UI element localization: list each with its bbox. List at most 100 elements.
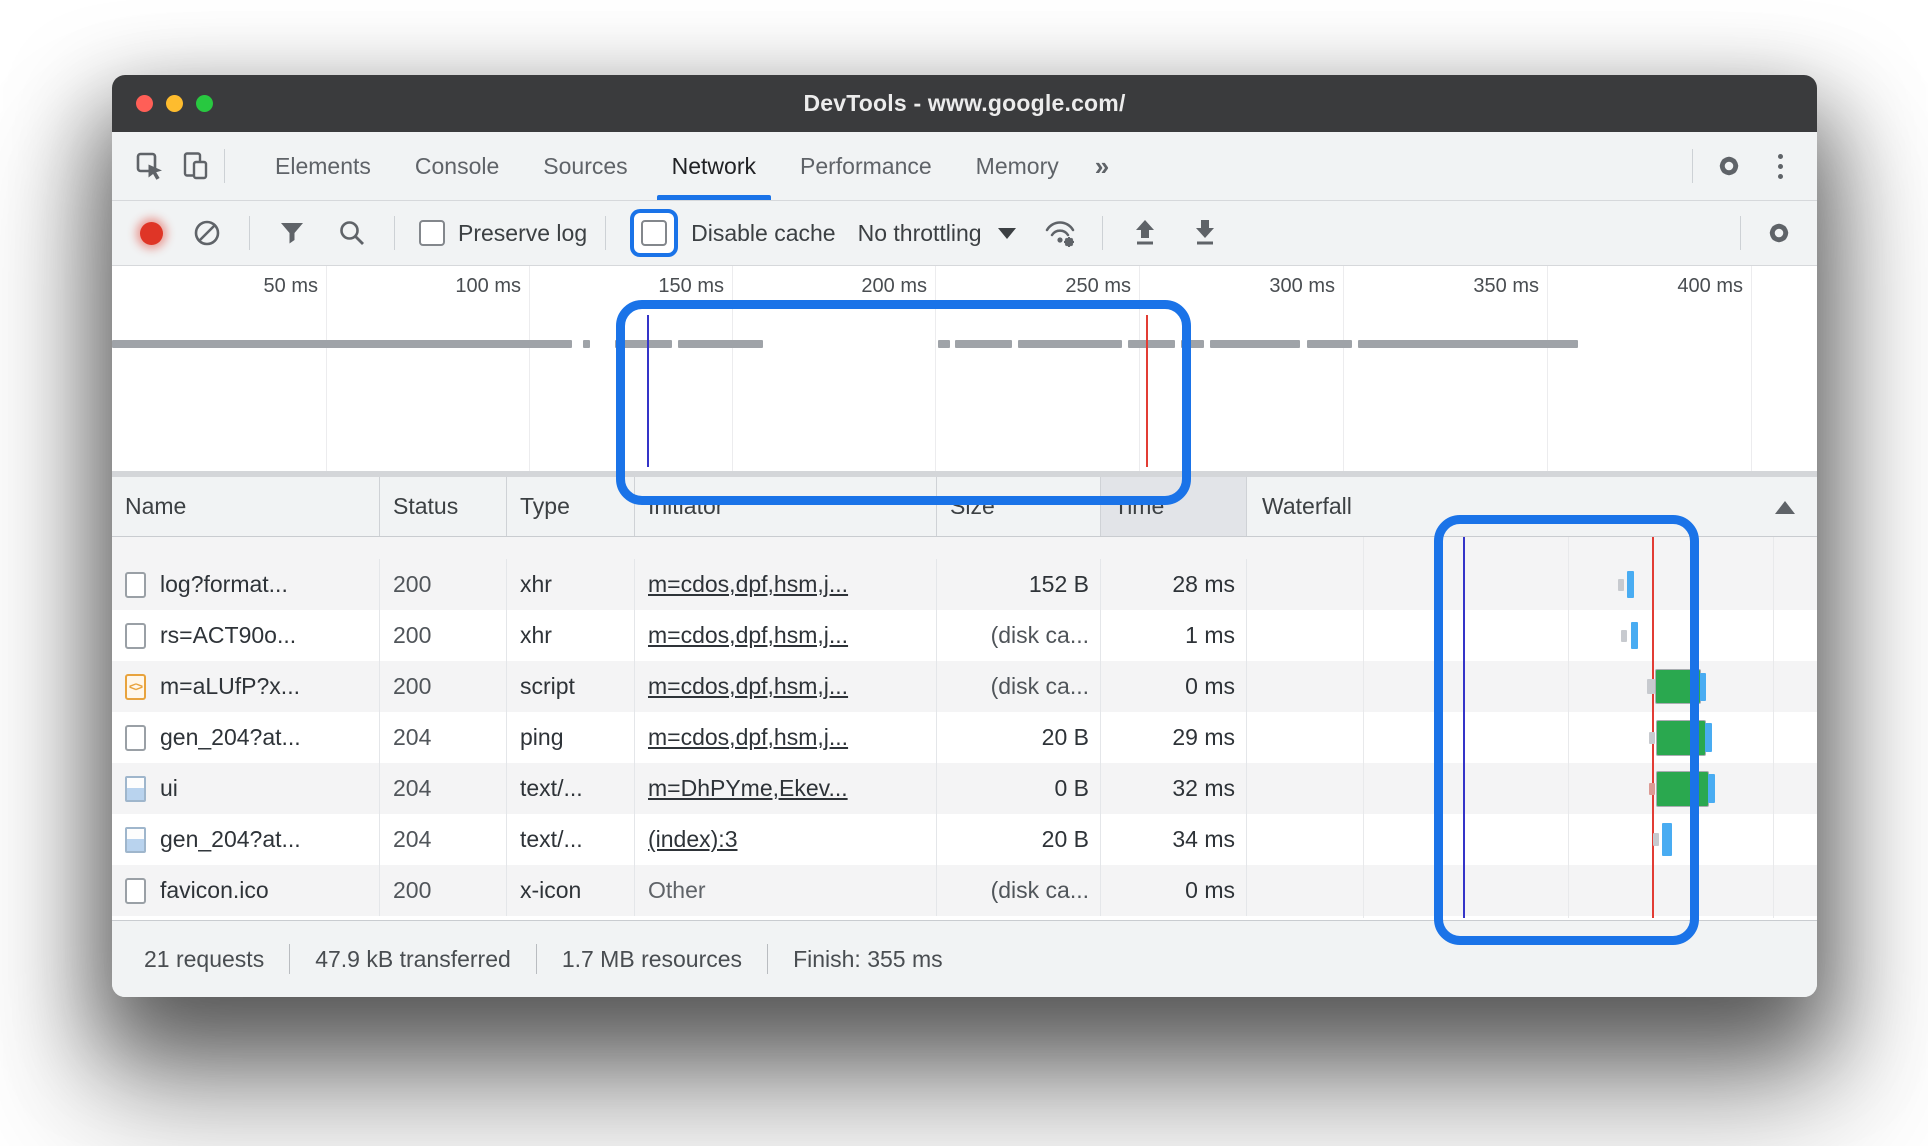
waterfall-bar-tick[interactable] <box>1653 833 1659 846</box>
column-header-name[interactable]: Name <box>112 477 380 536</box>
waterfall-gridline <box>1773 537 1774 918</box>
request-name[interactable]: rs=ACT90o... <box>160 622 296 649</box>
import-har-icon[interactable] <box>1127 215 1163 251</box>
request-name[interactable]: gen_204?at... <box>160 826 301 853</box>
cell-name[interactable]: favicon.ico <box>112 865 380 916</box>
inspect-element-icon[interactable] <box>132 148 168 184</box>
column-header-time[interactable]: Time <box>1101 477 1247 536</box>
filter-icon[interactable] <box>274 215 310 251</box>
clear-icon[interactable] <box>189 215 225 251</box>
record-button[interactable] <box>140 221 163 245</box>
cell-waterfall[interactable] <box>1247 763 1817 814</box>
device-toolbar-icon[interactable] <box>178 148 214 184</box>
cell-waterfall[interactable] <box>1247 865 1817 916</box>
cell-name[interactable]: gen_204?at... <box>112 814 380 865</box>
sort-ascending-icon[interactable] <box>1775 501 1795 514</box>
initiator-link[interactable]: m=cdos,dpf,hsm,j... <box>648 571 848 598</box>
waterfall-bar-tick[interactable] <box>1647 679 1655 694</box>
request-name[interactable]: log?format... <box>160 571 288 598</box>
cell-status: 204 <box>380 763 507 814</box>
waterfall-bar-tick[interactable] <box>1621 629 1627 642</box>
cell-waterfall[interactable] <box>1247 610 1817 661</box>
table-row[interactable]: ui 204 text/... m=DhPYme,Ekev... 0 B 32 ms <box>112 763 1817 814</box>
request-name[interactable]: ui <box>160 775 178 802</box>
close-button[interactable] <box>136 95 153 112</box>
zoom-button[interactable] <box>196 95 213 112</box>
waterfall-bar-tick[interactable] <box>1618 578 1624 591</box>
settings-gear-icon[interactable] <box>1711 148 1747 184</box>
waterfall-bar-green[interactable] <box>1657 720 1705 755</box>
initiator-text: Other <box>648 877 706 903</box>
waterfall-bar-green[interactable] <box>1657 771 1708 806</box>
cell-type: xhr <box>507 610 635 661</box>
more-tabs-button[interactable]: » <box>1081 151 1123 182</box>
request-name[interactable]: m=aLUfP?x... <box>160 673 300 700</box>
overview-activity-bar <box>583 340 590 348</box>
preserve-log-checkbox[interactable] <box>419 220 445 246</box>
kebab-menu-icon[interactable] <box>1765 148 1795 184</box>
cell-waterfall[interactable] <box>1247 559 1817 610</box>
throttling-select[interactable]: No throttling <box>858 220 982 247</box>
waterfall-bar-blue[interactable] <box>1705 723 1712 752</box>
column-header-waterfall[interactable]: Waterfall <box>1247 477 1817 536</box>
waterfall-bar-blue[interactable] <box>1631 622 1638 649</box>
request-table-body: log?format... 200 xhr m=cdos,dpf,hsm,j... 15… <box>112 537 1817 918</box>
tab-performance[interactable]: Performance <box>783 132 949 200</box>
cell-waterfall[interactable] <box>1247 712 1817 763</box>
waterfall-bar-green[interactable] <box>1656 670 1700 703</box>
disable-cache-label[interactable]: Disable cache <box>691 220 835 247</box>
search-icon[interactable] <box>334 215 370 251</box>
document-icon <box>125 724 146 751</box>
cell-name[interactable]: gen_204?at... <box>112 712 380 763</box>
column-header-type[interactable]: Type <box>507 477 635 536</box>
titlebar[interactable]: DevTools - www.google.com/ <box>112 75 1817 132</box>
waterfall-bar-redtick[interactable] <box>1649 782 1655 795</box>
column-header-status[interactable]: Status <box>380 477 507 536</box>
cell-type: text/... <box>507 814 635 865</box>
tab-network[interactable]: Network <box>655 132 773 200</box>
cell-waterfall[interactable] <box>1247 814 1817 865</box>
waterfall-bar-blue[interactable] <box>1700 672 1706 701</box>
chevron-down-icon[interactable] <box>997 227 1016 239</box>
initiator-link[interactable]: m=cdos,dpf,hsm,j... <box>648 724 848 751</box>
waterfall-bar-blue[interactable] <box>1627 571 1634 598</box>
table-row[interactable]: favicon.ico 200 x-icon Other (disk ca... 0 ms <box>112 865 1817 916</box>
table-row[interactable]: <> m=aLUfP?x... 200 script m=cdos,dpf,hsm,j.… <box>112 661 1817 712</box>
request-name[interactable]: gen_204?at... <box>160 724 301 751</box>
cell-name[interactable]: <> m=aLUfP?x... <box>112 661 380 712</box>
waterfall-bar-blue[interactable] <box>1708 774 1715 803</box>
cell-name[interactable]: ui <box>112 763 380 814</box>
disable-cache-checkbox[interactable] <box>641 220 668 246</box>
table-row[interactable]: rs=ACT90o... 200 xhr m=cdos,dpf,hsm,j... (di… <box>112 610 1817 661</box>
tab-sources[interactable]: Sources <box>526 132 644 200</box>
tab-console[interactable]: Console <box>398 132 516 200</box>
initiator-link[interactable]: (index):3 <box>648 826 737 853</box>
tab-elements[interactable]: Elements <box>258 132 388 200</box>
table-row[interactable]: log?format... 200 xhr m=cdos,dpf,hsm,j... 15… <box>112 559 1817 610</box>
cell-name[interactable]: log?format... <box>112 559 380 610</box>
initiator-link[interactable]: m=DhPYme,Ekev... <box>648 775 848 802</box>
minimize-button[interactable] <box>166 95 183 112</box>
network-overview-timeline[interactable]: 50 ms 100 ms 150 ms 200 ms 250 ms 300 ms 350 m… <box>112 266 1817 471</box>
desktop-background: DevTools - www.google.com/ Elements Conso… <box>0 0 1928 1146</box>
export-har-icon[interactable] <box>1187 215 1223 251</box>
network-conditions-icon[interactable] <box>1042 215 1078 251</box>
preserve-log-label[interactable]: Preserve log <box>458 220 587 247</box>
initiator-link[interactable]: m=cdos,dpf,hsm,j... <box>648 622 848 649</box>
waterfall-bar-blue[interactable] <box>1662 823 1672 856</box>
cell-name[interactable]: rs=ACT90o... <box>112 610 380 661</box>
tab-memory[interactable]: Memory <box>959 132 1076 200</box>
table-row[interactable]: gen_204?at... 204 ping m=cdos,dpf,hsm,j... 2… <box>112 712 1817 763</box>
network-settings-gear-icon[interactable] <box>1761 215 1797 251</box>
table-row[interactable]: gen_204?at... 204 text/... (index):3 20 B 34 … <box>112 814 1817 865</box>
initiator-link[interactable]: m=cdos,dpf,hsm,j... <box>648 673 848 700</box>
column-header-size[interactable]: Size <box>937 477 1101 536</box>
waterfall-header-label: Waterfall <box>1262 493 1352 519</box>
waterfall-gridline <box>1363 537 1364 918</box>
request-name[interactable]: favicon.ico <box>160 877 269 904</box>
waterfall-bar-tick[interactable] <box>1649 731 1655 744</box>
network-toolbar: Preserve log Disable cache No throttling <box>112 201 1817 266</box>
column-header-initiator[interactable]: Initiator <box>635 477 937 536</box>
cell-waterfall[interactable] <box>1247 661 1817 712</box>
document-icon <box>125 877 146 904</box>
